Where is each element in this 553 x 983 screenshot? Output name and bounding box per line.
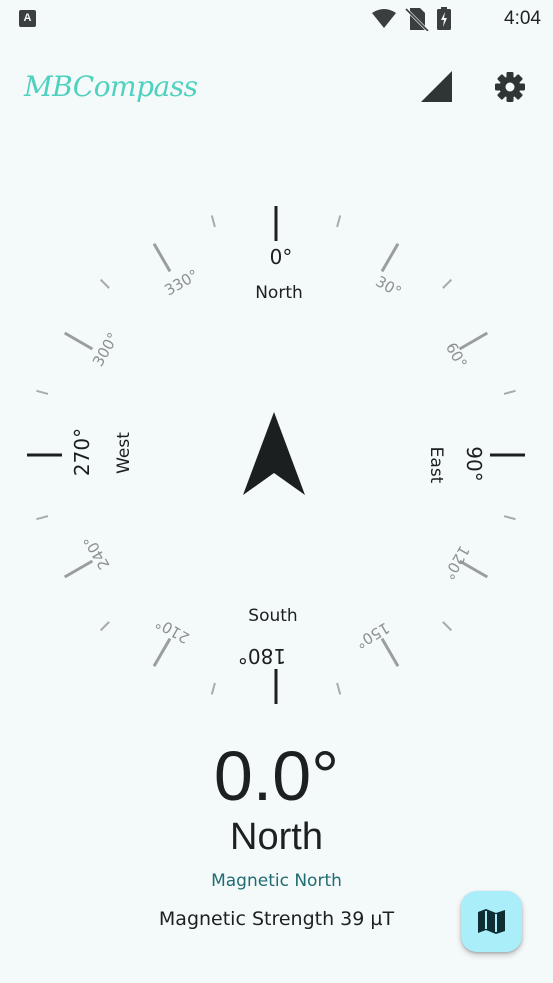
map-fab-button[interactable] (461, 891, 522, 952)
compass-tick-225 (99, 621, 110, 632)
status-bar: A 4:04 (0, 0, 553, 38)
degree-label-30: 30° (372, 272, 404, 301)
degree-label-210: 210° (152, 614, 192, 648)
compass-tick-210 (152, 637, 172, 668)
compass-tick-345 (210, 215, 216, 228)
status-icons (371, 7, 461, 33)
compass-tick-45 (442, 278, 453, 289)
compass-tick-165 (336, 682, 342, 695)
wifi-icon (372, 9, 396, 28)
signal-icon (421, 71, 452, 102)
degree-label-330: 330° (161, 266, 201, 300)
app-title: MBCompass (24, 70, 198, 103)
signal-button[interactable] (414, 68, 458, 112)
status-time: 4:04 (504, 8, 541, 29)
degree-label-300: 300° (89, 329, 123, 369)
cardinal-north: North (255, 283, 303, 303)
battery-charging-icon (437, 7, 451, 30)
settings-gear-icon (495, 72, 525, 102)
compass-tick-285 (36, 389, 49, 395)
degree-label-0: 0° (270, 245, 293, 269)
heading-arrow-icon (243, 412, 305, 495)
compass-tick-135 (442, 621, 453, 632)
no-sim-icon (404, 7, 430, 33)
heading-degrees: 0.0° (213, 737, 340, 815)
compass-tick-105 (503, 515, 516, 521)
settings-button[interactable] (488, 68, 532, 112)
compass-dial-svg: North South West East 0° 90° 180° 270° 3… (27, 206, 525, 704)
compass-tick-60 (458, 331, 489, 351)
compass-tick-195 (210, 682, 216, 695)
app-notification-icon: A (19, 10, 36, 27)
compass-tick-15 (336, 215, 342, 228)
compass-tick-330 (152, 242, 172, 273)
map-icon (478, 909, 505, 934)
degree-label-120: 120° (440, 542, 474, 582)
heading-direction: North (230, 816, 323, 858)
compass-dial: North South West East 0° 90° 180° 270° 3… (0, 170, 553, 740)
compass-tick-255 (36, 515, 49, 521)
north-type-toggle[interactable]: Magnetic North (0, 871, 553, 891)
cardinal-west: West (114, 432, 134, 474)
degree-label-270: 270° (70, 428, 94, 476)
degree-label-180: 180° (238, 644, 286, 668)
compass-tick-315 (99, 278, 110, 289)
compass-tick-300 (63, 331, 94, 351)
app-bar: MBCompass (0, 56, 553, 120)
degree-label-90: 90° (462, 446, 486, 481)
compass-tick-30 (380, 242, 400, 273)
cardinal-east: East (426, 447, 446, 484)
compass-tick-240 (63, 559, 94, 579)
compass-tick-75 (503, 389, 516, 395)
compass-tick-150 (380, 637, 400, 668)
cardinal-south: South (248, 606, 297, 626)
